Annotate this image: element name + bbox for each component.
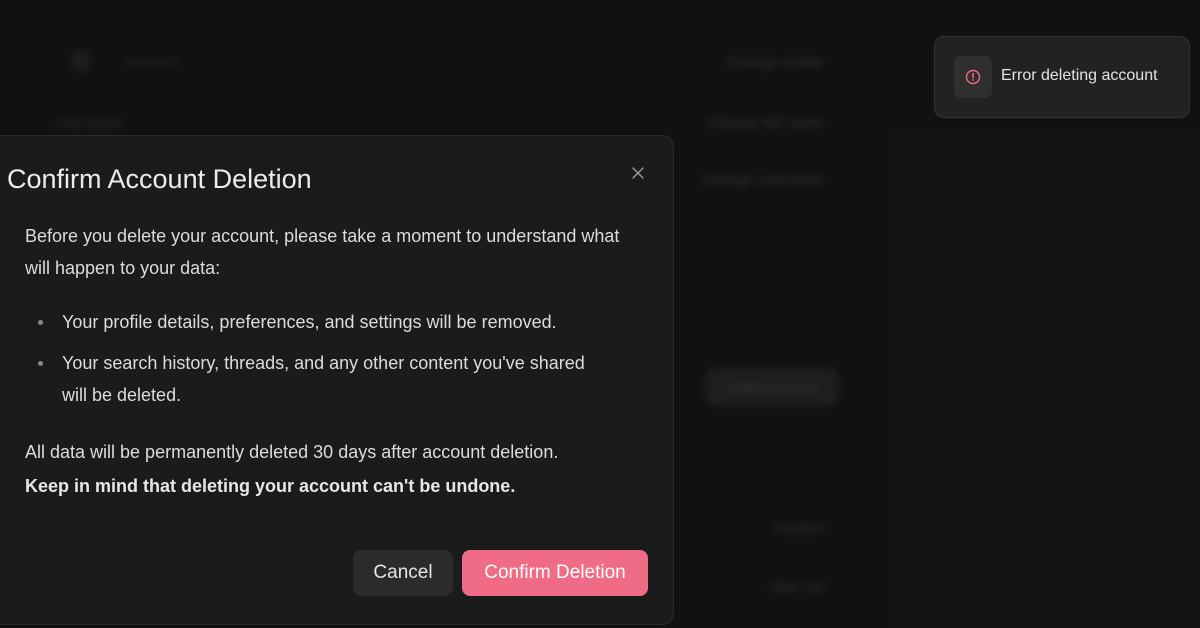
- dialog-body: Before you delete your account, please t…: [25, 220, 645, 503]
- dialog-intro-text: Before you delete your account, please t…: [25, 226, 620, 278]
- dialog-title: Confirm Account Deletion: [7, 164, 312, 194]
- list-item-text: Your search history, threads, and any ot…: [62, 353, 585, 405]
- deletion-timeline-note: All data will be permanently deleted 30 …: [25, 442, 559, 462]
- irreversible-warning: Keep in mind that deleting your account …: [25, 476, 516, 496]
- close-icon: [632, 167, 644, 179]
- bullet-icon: [38, 320, 43, 325]
- list-item: Your profile details, preferences, and s…: [25, 306, 602, 338]
- confirm-deletion-button[interactable]: Confirm Deletion: [462, 550, 648, 596]
- dialog-actions: Cancel Confirm Deletion: [353, 550, 648, 596]
- toast-icon-container: [954, 56, 992, 98]
- cancel-button[interactable]: Cancel: [353, 550, 453, 596]
- consequences-list: Your profile details, preferences, and s…: [25, 306, 645, 411]
- list-item-text: Your profile details, preferences, and s…: [62, 312, 557, 332]
- toast-message: Error deleting account: [1001, 67, 1158, 84]
- confirm-deletion-dialog: Confirm Account Deletion Before you dele…: [0, 135, 674, 625]
- list-item: Your search history, threads, and any ot…: [25, 347, 602, 411]
- alert-circle-icon: [965, 69, 981, 85]
- close-button[interactable]: [627, 162, 649, 184]
- app-window: username Full Name Change avatar Change …: [0, 0, 1200, 628]
- bullet-icon: [38, 361, 43, 366]
- error-toast: Error deleting account: [934, 36, 1190, 118]
